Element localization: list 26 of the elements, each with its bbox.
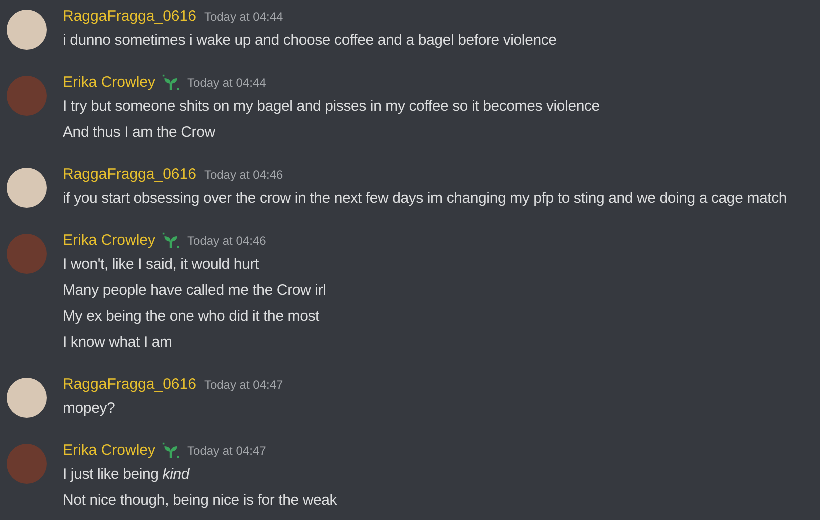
- message-text: Not nice though, being nice is for the weak: [63, 491, 338, 511]
- message-text: mopey?: [63, 399, 116, 419]
- timestamp: Today at 04:44: [188, 75, 266, 92]
- username[interactable]: RaggaFragga_0616: [63, 6, 196, 28]
- message-text: I know what I am: [63, 333, 174, 353]
- message-text: I won't, like I said, it would hurt: [63, 255, 260, 275]
- username[interactable]: Erika Crowley: [63, 72, 156, 94]
- message-text: i dunno sometimes i wake up and choose coffee and a bagel before violence: [63, 31, 557, 51]
- avatar[interactable]: [7, 378, 47, 418]
- timestamp: Today at 04:46: [188, 233, 266, 250]
- avatar[interactable]: [7, 168, 47, 208]
- username[interactable]: Erika Crowley: [63, 230, 156, 252]
- timestamp: Today at 04:47: [188, 443, 266, 460]
- username[interactable]: RaggaFragga_0616: [63, 374, 196, 396]
- message-text: And thus I am the Crow: [63, 123, 216, 143]
- timestamp: Today at 04:44: [204, 9, 284, 26]
- message-text: I just like being kind: [63, 465, 191, 485]
- message-text: I try but someone shits on my bagel and pisses in my coffee so it becomes violence: [63, 97, 600, 117]
- timestamp: Today at 04:46: [204, 167, 284, 184]
- message-text: Many people have called me the Crow irl: [63, 281, 326, 301]
- message-text: if you start obsessing over the crow in the next few days im changing my pfp to sting and we doing a cage match: [63, 189, 788, 209]
- message-text: My ex being the one who did it the most: [63, 307, 321, 327]
- avatar[interactable]: [7, 10, 47, 50]
- username[interactable]: Erika Crowley: [63, 440, 156, 462]
- timestamp: Today at 04:47: [204, 377, 284, 394]
- username[interactable]: RaggaFragga_0616: [63, 164, 196, 186]
